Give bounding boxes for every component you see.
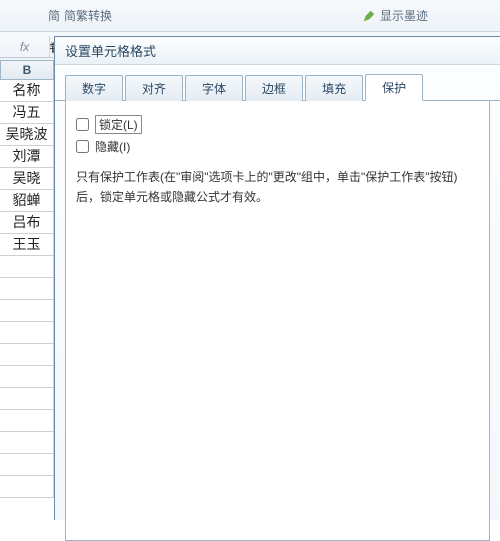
cell[interactable]: . (0, 366, 54, 388)
lock-checkbox[interactable] (76, 118, 89, 131)
format-cells-dialog: 设置单元格格式 数字 对齐 字体 边框 填充 保护 锁定(L) 隐藏(I) 只有… (54, 36, 500, 520)
tab-number[interactable]: 数字 (65, 75, 123, 101)
tab-protect[interactable]: 保护 (365, 74, 423, 101)
track-label: 显示墨迹 (380, 7, 428, 24)
hide-label: 隐藏(I) (95, 138, 130, 155)
cell[interactable]: . (0, 278, 54, 300)
fx-icon[interactable]: fx (0, 36, 50, 57)
cell[interactable]: . (0, 410, 54, 432)
protect-panel: 锁定(L) 隐藏(I) 只有保护工作表(在"审阅"选项卡上的"更改"组中，单击"… (65, 101, 490, 541)
cell[interactable]: 吕布 (0, 212, 54, 234)
tab-strip: 数字 对齐 字体 边框 填充 保护 (55, 65, 500, 101)
cell[interactable]: . (0, 300, 54, 322)
cell[interactable]: . (0, 476, 54, 498)
convert-button[interactable]: 简 简繁转换 (48, 7, 112, 24)
convert-icon: 简 (48, 7, 60, 24)
cell[interactable]: . (0, 256, 54, 278)
cell[interactable]: . (0, 344, 54, 366)
lock-option[interactable]: 锁定(L) (76, 115, 479, 134)
cell[interactable]: . (0, 432, 54, 454)
cell[interactable]: 名称 (0, 80, 54, 102)
tab-border[interactable]: 边框 (245, 75, 303, 101)
cell[interactable]: . (0, 454, 54, 476)
column-header-b[interactable]: B (0, 60, 54, 80)
cell[interactable]: 刘潭 (0, 146, 54, 168)
hide-option[interactable]: 隐藏(I) (76, 138, 479, 155)
tab-fill[interactable]: 填充 (305, 75, 363, 101)
track-changes-button[interactable]: 显示墨迹 (362, 7, 428, 24)
pencil-icon (362, 9, 376, 23)
cell[interactable]: . (0, 388, 54, 410)
tab-align[interactable]: 对齐 (125, 75, 183, 101)
column-cells: 名称 冯五 吴晓波 刘潭 吴晓 貂蝉 吕布 王玉 . . . . . . . .… (0, 80, 54, 498)
cell[interactable]: 吴晓波 (0, 124, 54, 146)
hide-checkbox[interactable] (76, 140, 89, 153)
protect-guide-text: 只有保护工作表(在"审阅"选项卡上的"更改"组中，单击"保护工作表"按钮)后，锁… (76, 167, 479, 208)
cell[interactable]: 王玉 (0, 234, 54, 256)
cell[interactable]: . (0, 322, 54, 344)
tab-font[interactable]: 字体 (185, 75, 243, 101)
cell[interactable]: 貂蝉 (0, 190, 54, 212)
dialog-title: 设置单元格格式 (55, 37, 500, 65)
cell[interactable]: 吴晓 (0, 168, 54, 190)
cell[interactable]: 冯五 (0, 102, 54, 124)
convert-label: 简繁转换 (64, 7, 112, 24)
lock-label: 锁定(L) (95, 115, 142, 134)
ribbon: 简 简繁转换 显示墨迹 (0, 0, 500, 32)
